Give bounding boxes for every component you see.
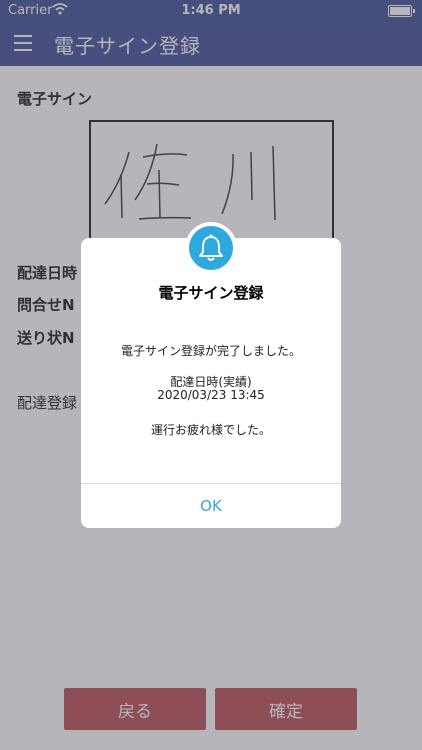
dialog-message: 電子サイン登録が完了しました。 — [120, 344, 301, 358]
dialog-closing-text: 運行お疲れ様でした。 — [150, 423, 271, 437]
ok-button[interactable]: OK — [81, 484, 341, 528]
completion-dialog: 電子サイン登録 電子サイン登録が完了しました。 配達日時(実績) 2020/03… — [81, 222, 341, 528]
dialog-datetime-value: 2020/03/23 13:45 — [157, 388, 265, 402]
dialog-title: 電子サイン登録 — [158, 284, 264, 302]
bell-icon — [189, 226, 233, 270]
dialog-icon-ring — [185, 222, 237, 274]
